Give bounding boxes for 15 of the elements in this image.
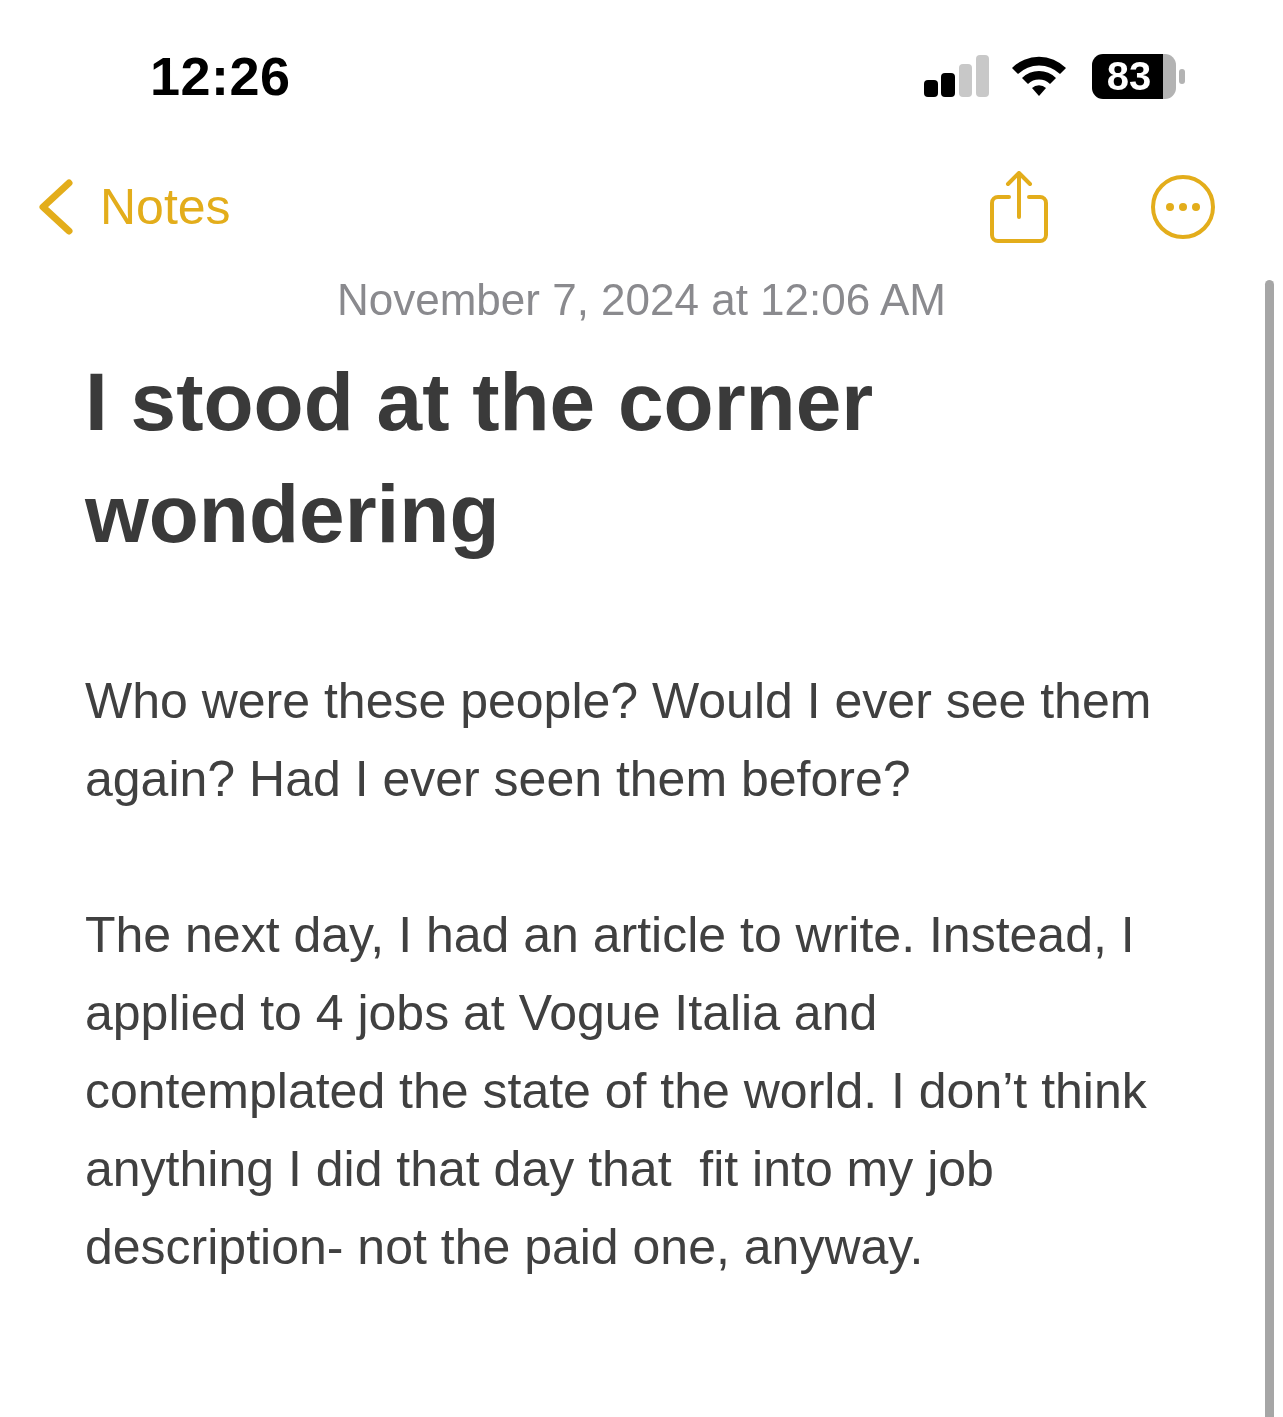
more-button[interactable] <box>1150 174 1216 240</box>
more-icon <box>1150 174 1216 240</box>
note-title: I stood at the corner wondering <box>85 355 875 561</box>
battery-tip-icon <box>1179 68 1185 84</box>
chevron-left-icon <box>38 179 74 235</box>
signal-bars-icon <box>924 55 990 97</box>
battery-indicator: 83 <box>1092 53 1176 99</box>
note-date: November 7, 2024 at 12:06 AM <box>336 274 946 326</box>
share-icon <box>990 171 1048 243</box>
note-paragraph: The next day, I had an article to write. Instead, I applied to 4 jobs at Vogue Italia and contemplated the state of the world. I don’t think anything I did that day that fit into my job description- not the paid one, anyway. <box>85 906 1148 1277</box>
back-button[interactable]: Notes <box>38 178 231 236</box>
note-paragraph: Who were these people? Would I ever see them again? Had I ever seen them before? <box>85 672 1153 809</box>
status-time: 12:26 <box>150 45 291 107</box>
share-button[interactable] <box>990 171 1048 243</box>
wifi-icon <box>1010 56 1068 96</box>
